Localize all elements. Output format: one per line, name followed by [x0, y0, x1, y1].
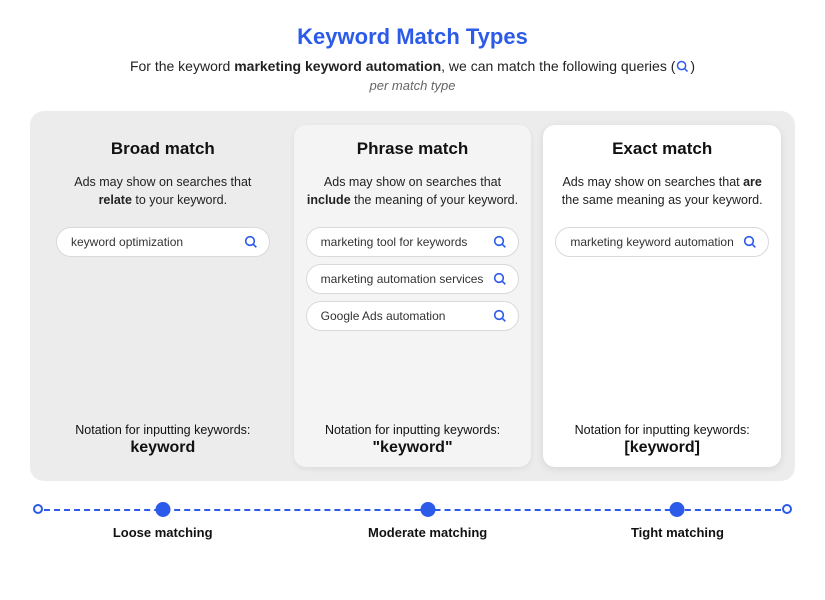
- subtitle-close: ): [690, 58, 695, 74]
- search-icon: [243, 234, 259, 250]
- broad-heading: Broad match: [56, 139, 270, 159]
- example-text: marketing keyword automation: [570, 235, 733, 249]
- search-icon: [492, 308, 508, 324]
- broad-description: Ads may show on searches that relate to …: [56, 173, 270, 209]
- search-icon: [492, 234, 508, 250]
- scale-dot-loose: [155, 502, 170, 517]
- exact-description: Ads may show on searches that are the sa…: [555, 173, 769, 209]
- scale-label-tight: Tight matching: [631, 525, 724, 540]
- match-types-panel: Broad match Ads may show on searches tha…: [30, 111, 795, 481]
- broad-notation-value: keyword: [56, 439, 270, 457]
- column-exact-match: Exact match Ads may show on searches tha…: [543, 125, 781, 467]
- scale-label-moderate: Moderate matching: [368, 525, 487, 540]
- example-pill: marketing keyword automation: [555, 227, 769, 257]
- scale-label-loose: Loose matching: [113, 525, 213, 540]
- broad-notation-label: Notation for inputting keywords:: [56, 423, 270, 437]
- search-icon: [742, 234, 758, 250]
- matching-scale: Loose matching Moderate matching Tight m…: [34, 503, 791, 545]
- page-title: Keyword Match Types: [30, 24, 795, 50]
- column-phrase-match: Phrase match Ads may show on searches th…: [294, 125, 532, 467]
- example-pill: marketing automation services: [306, 264, 520, 294]
- example-text: Google Ads automation: [321, 309, 446, 323]
- phrase-heading: Phrase match: [306, 139, 520, 159]
- search-icon: [492, 271, 508, 287]
- scale-dot-tight: [670, 502, 685, 517]
- example-text: marketing automation services: [321, 272, 484, 286]
- broad-examples: keyword optimization: [56, 227, 270, 409]
- exact-notation-label: Notation for inputting keywords:: [555, 423, 769, 437]
- search-icon: [675, 59, 690, 74]
- example-pill: marketing tool for keywords: [306, 227, 520, 257]
- subtitle-prefix: For the keyword: [130, 58, 234, 74]
- phrase-notation-value: "keyword": [306, 439, 520, 457]
- scale-endpoint-left: [33, 504, 43, 514]
- per-match-type-label: per match type: [30, 78, 795, 93]
- phrase-description: Ads may show on searches that include th…: [306, 173, 520, 209]
- scale-dot-moderate: [420, 502, 435, 517]
- subtitle-keyword: marketing keyword automation: [234, 58, 441, 74]
- example-pill: keyword optimization: [56, 227, 270, 257]
- phrase-notation-label: Notation for inputting keywords:: [306, 423, 520, 437]
- exact-examples: marketing keyword automation: [555, 227, 769, 409]
- subtitle-suffix: , we can match the following queries (: [441, 58, 675, 74]
- example-pill: Google Ads automation: [306, 301, 520, 331]
- column-broad-match: Broad match Ads may show on searches tha…: [44, 125, 282, 467]
- exact-heading: Exact match: [555, 139, 769, 159]
- phrase-examples: marketing tool for keywords marketing au…: [306, 227, 520, 409]
- example-text: keyword optimization: [71, 235, 183, 249]
- example-text: marketing tool for keywords: [321, 235, 468, 249]
- subtitle: For the keyword marketing keyword automa…: [30, 58, 795, 74]
- scale-endpoint-right: [782, 504, 792, 514]
- exact-notation-value: [keyword]: [555, 439, 769, 457]
